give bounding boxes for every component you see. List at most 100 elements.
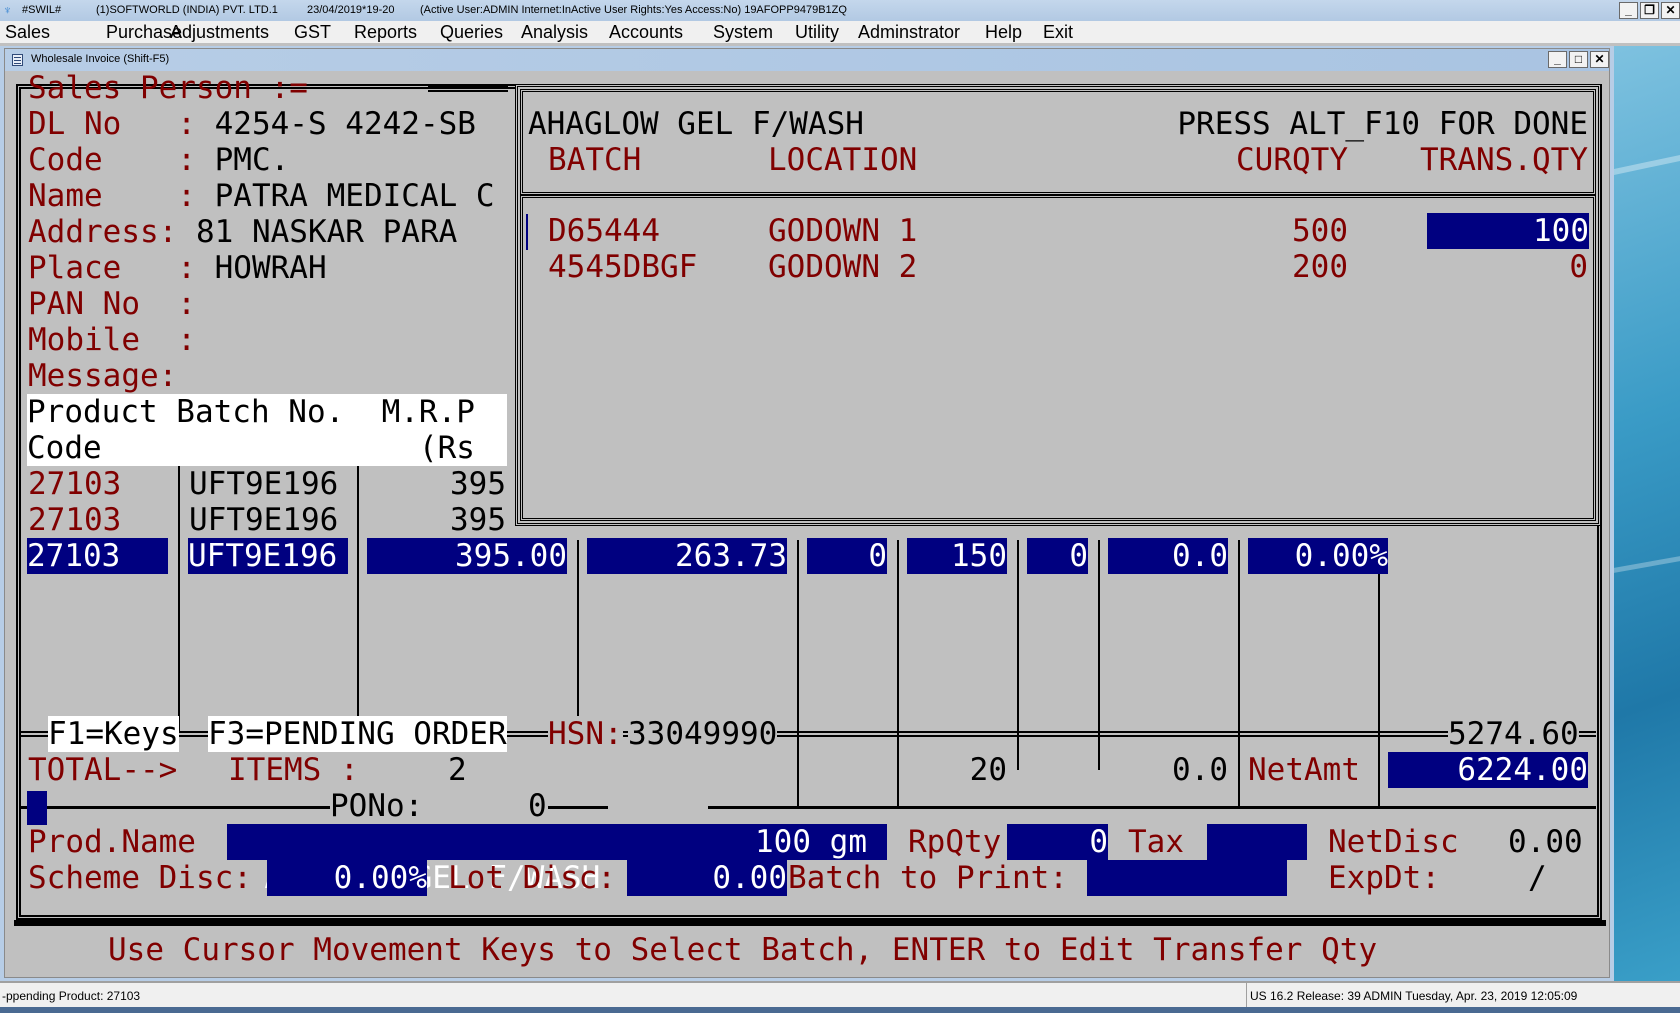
menu-utility[interactable]: Utility [795, 22, 839, 43]
items-label: ITEMS : [228, 752, 359, 788]
menu-accounts[interactable]: Accounts [609, 22, 683, 43]
menu-help[interactable]: Help [985, 22, 1022, 43]
field-place: Place : HOWRAH [28, 250, 327, 286]
tax-label: Tax [1128, 824, 1184, 860]
grid-divider [1378, 540, 1380, 806]
minimize-button[interactable]: _ [1619, 2, 1638, 19]
batch-to-print-label: Batch to Print: [788, 860, 1068, 896]
document-icon [12, 54, 23, 66]
batch-row2-batch[interactable]: 4545DBGF [548, 249, 697, 285]
hsn-label: HSN: [548, 716, 623, 752]
status-left: -ppending Product: 27103 [2, 989, 141, 1003]
tax-input[interactable] [1207, 824, 1307, 860]
pono-value[interactable]: 0 [528, 788, 547, 824]
batch-row1-location[interactable]: GODOWN 1 [768, 213, 917, 249]
lot-disc-input[interactable]: 0.00 [627, 860, 787, 896]
pono-line-mid [548, 806, 608, 809]
child-title-bar: Wholesale Invoice (Shift-F5) _ □ ✕ [5, 49, 1609, 71]
batch-row2-transqty[interactable]: 0 [1388, 249, 1588, 285]
field-address: Address: 81 NASKAR PARA [28, 214, 458, 250]
field-pan-no: PAN No : [28, 286, 196, 322]
child-title: Wholesale Invoice (Shift-F5) [31, 53, 170, 65]
gross-total: 5274.60 [1448, 716, 1579, 752]
sales-person-label: Sales Person := [28, 70, 308, 106]
child-close-button[interactable]: ✕ [1590, 51, 1609, 68]
batch-row1-curqty: 500 [1292, 213, 1348, 249]
grid-divider [797, 540, 799, 806]
col-curqty-header: CURQTY [1236, 142, 1348, 178]
grid-divider [357, 466, 359, 732]
name-value: PATRA MEDICAL C [214, 178, 495, 214]
field-name: Name : PATRA MEDICAL C [28, 178, 495, 214]
batch-row2-location[interactable]: GODOWN 2 [768, 249, 917, 285]
row2-code[interactable]: 27103 [28, 502, 121, 538]
current-code[interactable]: 27103 [27, 538, 168, 574]
current-batch[interactable]: UFT9E196 [188, 538, 348, 574]
address-value: 81 NASKAR PARA [195, 214, 458, 250]
pack-size: 100 gm [755, 824, 867, 860]
app-name: #SWIL# [22, 4, 62, 16]
pono-line-right [708, 806, 1596, 809]
menu-system[interactable]: System [713, 22, 773, 43]
company-name: (1)SOFTWORLD (INDIA) PVT. LTD.1 [96, 4, 278, 16]
menu-adjustments[interactable]: Adjustments [170, 22, 269, 43]
grid-header-line2: Code (Rs [27, 430, 475, 466]
row2-batch[interactable]: UFT9E196 [189, 502, 338, 538]
grid-divider [1238, 540, 1240, 806]
current-col8[interactable]: 0.0 [1108, 538, 1228, 574]
scheme-disc-label: Scheme Disc: [28, 860, 252, 896]
rpqty-input[interactable]: 0 [1007, 824, 1108, 860]
menu-sales[interactable]: Sales [5, 22, 50, 43]
text-cursor [27, 791, 47, 825]
restore-button[interactable]: ❐ [1640, 2, 1659, 19]
child-maximize-button[interactable]: □ [1569, 51, 1588, 68]
field-dl-no: DL No : 4254-S 4242-SB [28, 106, 476, 142]
batch-row1-transqty-input[interactable]: 100 [1427, 213, 1589, 249]
batch-to-print-input[interactable] [1087, 860, 1287, 896]
menu-adminstrator[interactable]: Adminstrator [858, 22, 960, 43]
current-col7[interactable]: 0 [1027, 538, 1088, 574]
netdisc-value: 0.00 [1508, 824, 1583, 860]
divider [428, 86, 508, 92]
date-fy: 23/04/2019*19-20 [307, 4, 395, 16]
row1-code[interactable]: 27103 [28, 466, 121, 502]
cursor-marker [526, 214, 528, 250]
scheme-disc-input[interactable]: 0.00% [267, 860, 427, 896]
f3-pending-order-hint[interactable]: F3=PENDING ORDER [208, 716, 507, 752]
menu-reports[interactable]: Reports [354, 22, 417, 43]
menu-exit[interactable]: Exit [1043, 22, 1073, 43]
grid-divider [178, 466, 180, 732]
child-minimize-button[interactable]: _ [1548, 51, 1567, 68]
current-mrp[interactable]: 395.00 [367, 538, 567, 574]
current-disc[interactable]: 0.00% [1248, 538, 1388, 574]
grid-divider [897, 540, 899, 806]
row1-batch[interactable]: UFT9E196 [189, 466, 338, 502]
total-col8: 0.0 [1172, 752, 1228, 788]
expdt-label: ExpDt: [1328, 860, 1440, 896]
expdt-value[interactable]: / [1528, 860, 1547, 896]
taskbar [0, 1007, 1680, 1013]
menu-queries[interactable]: Queries [440, 22, 503, 43]
popup-hint: PRESS ALT_F10 FOR DONE [1177, 106, 1588, 142]
lot-disc-label: Lot Disc: [448, 860, 616, 896]
batch-row1-batch[interactable]: D65444 [548, 213, 660, 249]
close-button[interactable]: ✕ [1661, 2, 1680, 19]
current-col5[interactable]: 0 [807, 538, 887, 574]
netamt-label: NetAmt [1248, 752, 1360, 788]
menu-gst[interactable]: GST [294, 22, 331, 43]
netamt-value: 6224.00 [1388, 752, 1588, 788]
grid-header-line1: Product Batch No. M.R.P [27, 394, 475, 430]
col-location-header: LOCATION [768, 142, 918, 178]
current-qty[interactable]: 150 [907, 538, 1007, 574]
session-info: (Active User:ADMIN Internet:InActive Use… [420, 4, 847, 16]
field-message: Message: [28, 358, 178, 394]
current-rate[interactable]: 263.73 [587, 538, 787, 574]
popup-product-name: AHAGLOW GEL F/WASH [528, 106, 864, 142]
menu-analysis[interactable]: Analysis [521, 22, 588, 43]
batch-row2-curqty: 200 [1292, 249, 1348, 285]
prod-name-field[interactable]: AHAGLOW GEL F/WASH 100 gm [227, 824, 887, 896]
f1-keys-hint[interactable]: F1=Keys [48, 716, 179, 752]
total-qty: 20 [969, 752, 1007, 788]
desktop-background [1614, 42, 1680, 982]
row1-mrp: 395 [450, 466, 506, 502]
